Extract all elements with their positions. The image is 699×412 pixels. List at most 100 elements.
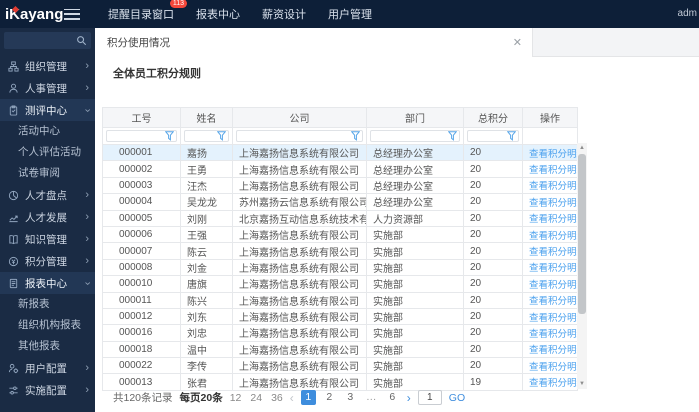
sidebar-item[interactable]: 人才盘点 › (0, 184, 95, 206)
top-nav-item[interactable]: 报表中心 (196, 6, 240, 22)
go-button[interactable]: GO (449, 392, 465, 404)
scroll-down-icon[interactable]: ▼ (577, 379, 587, 389)
scroll-up-icon[interactable]: ▲ (577, 143, 587, 153)
filter-input[interactable] (184, 130, 229, 142)
sidebar-search (4, 32, 91, 49)
table-row[interactable]: 000006王强上海嘉扬信息系统有限公司实施部20 查看积分明细 (102, 225, 578, 244)
table-row[interactable]: 000004吴龙龙苏州嘉扬云信息系统有限公司总经理办公室20 查看积分明细 (102, 193, 578, 211)
filter-icon[interactable] (507, 131, 516, 141)
page-button[interactable]: 1 (300, 390, 316, 405)
view-points-detail-link[interactable]: 查看积分明细 (529, 329, 577, 340)
view-points-detail-link[interactable]: 查看积分明细 (529, 165, 577, 176)
table-row[interactable]: 000012刘东上海嘉扬信息系统有限公司实施部20 查看积分明细 (102, 307, 578, 326)
cell-name: 嘉扬 (180, 143, 233, 162)
menu-toggle-icon[interactable] (64, 8, 80, 20)
table-scrollbar[interactable]: ▲ ▼ (577, 143, 587, 389)
page-size-option[interactable]: 12 (230, 392, 242, 404)
page-button[interactable]: 2 (322, 390, 337, 405)
sidebar-subitem[interactable]: 试卷审阅 (0, 163, 95, 184)
table-row[interactable]: 000003汪杰上海嘉扬信息系统有限公司总经理办公室20 查看积分明细 (102, 176, 578, 195)
column-header[interactable]: 总积分 (463, 107, 523, 128)
current-user-label[interactable]: adm (678, 8, 697, 19)
page-size-option[interactable]: 24 (250, 392, 262, 404)
table-row[interactable]: 000001嘉扬上海嘉扬信息系统有限公司总经理办公室20 查看积分明细 (102, 143, 578, 162)
filter-icon[interactable] (217, 131, 226, 141)
sidebar-subitem[interactable]: 新报表 (0, 294, 95, 315)
sidebar-search-input[interactable] (4, 32, 76, 49)
close-icon[interactable]: ✕ (513, 36, 522, 49)
view-points-detail-link[interactable]: 查看积分明细 (529, 181, 577, 192)
sidebar-item[interactable]: 测评中心 › (0, 99, 95, 121)
table-row[interactable]: 000010唐旗上海嘉扬信息系统有限公司实施部20 查看积分明细 (102, 275, 578, 293)
sidebar-item[interactable]: 报表中心 › (0, 272, 95, 294)
filter-icon[interactable] (351, 131, 360, 141)
filter-input[interactable] (106, 130, 177, 142)
filter-icon[interactable] (165, 131, 174, 141)
view-points-detail-link[interactable]: 查看积分明细 (529, 214, 577, 225)
table-row[interactable]: 000022李传上海嘉扬信息系统有限公司实施部20 查看积分明细 (102, 357, 578, 375)
filter-cell[interactable] (232, 127, 367, 145)
sidebar-item[interactable]: 人才发展 › (0, 206, 95, 228)
view-points-detail-link[interactable]: 查看积分明细 (529, 345, 577, 356)
page-button[interactable]: 6 (385, 390, 400, 405)
top-nav-item[interactable]: 薪资设计 (262, 6, 306, 22)
table-row[interactable]: 000008刘金上海嘉扬信息系统有限公司实施部20 查看积分明细 (102, 258, 578, 277)
table-row[interactable]: 000016刘忠上海嘉扬信息系统有限公司实施部20 查看积分明细 (102, 324, 578, 342)
table-row[interactable]: 000013张君上海嘉扬信息系统有限公司实施部19 查看积分明细 (102, 373, 578, 391)
column-header[interactable]: 部门 (366, 107, 464, 128)
filter-cell[interactable] (102, 127, 181, 145)
table-row[interactable]: 000005刘刚北京嘉扬互动信息系统技术有限...人力资源部20 查看积分明细 (102, 209, 578, 227)
view-points-detail-link[interactable]: 查看积分明细 (529, 247, 577, 258)
cell-company: 上海嘉扬信息系统有限公司 (232, 176, 367, 195)
sidebar-item[interactable]: 人事管理 › (0, 77, 95, 99)
view-points-detail-link[interactable]: 查看积分明细 (529, 198, 577, 209)
view-points-detail-link[interactable]: 查看积分明细 (529, 313, 577, 324)
jump-page-input[interactable] (417, 390, 442, 405)
chevron-right-icon: › (85, 210, 89, 223)
filter-input[interactable] (370, 130, 460, 142)
prev-page-icon[interactable]: ‹ (290, 391, 294, 405)
table-row[interactable]: 000007陈云上海嘉扬信息系统有限公司实施部20 查看积分明细 (102, 242, 578, 260)
table-row[interactable]: 000002王勇上海嘉扬信息系统有限公司总经理办公室20 查看积分明细 (102, 160, 578, 178)
top-nav-item[interactable]: 提醒目录窗口 113 (108, 0, 187, 22)
column-header[interactable]: 操作 (522, 107, 578, 128)
sidebar-subitem[interactable]: 其他报表 (0, 336, 95, 357)
sidebar-item[interactable]: 实施配置 › (0, 379, 95, 401)
sidebar-item[interactable]: 用户配置 › (0, 357, 95, 379)
view-points-detail-link[interactable]: 查看积分明细 (529, 378, 577, 389)
table-row[interactable]: 000018温中上海嘉扬信息系统有限公司实施部20 查看积分明细 (102, 340, 578, 359)
column-header[interactable]: 工号 (102, 107, 181, 128)
sidebar-subitem[interactable]: 活动中心 (0, 121, 95, 142)
table-head: 工号 姓名 公司 部门 总积分 操作 (102, 107, 578, 145)
table-row[interactable]: 000011陈兴上海嘉扬信息系统有限公司实施部20 查看积分明细 (102, 291, 578, 309)
page-button[interactable]: 3 (343, 390, 358, 405)
filter-icon[interactable] (448, 131, 457, 141)
sidebar-item[interactable]: 知识管理 › (0, 228, 95, 250)
sidebar-subitem[interactable]: 组织机构报表 (0, 315, 95, 336)
filter-cell[interactable] (366, 127, 464, 145)
cell-department: 实施部 (366, 373, 464, 391)
filter-input[interactable] (467, 130, 519, 142)
top-nav-item[interactable]: 用户管理 (328, 6, 372, 22)
per-page-label[interactable]: 每页20条 (180, 390, 223, 405)
view-points-detail-link[interactable]: 查看积分明细 (529, 263, 577, 274)
filter-cell[interactable] (463, 127, 523, 145)
view-points-detail-link[interactable]: 查看积分明细 (529, 149, 577, 160)
view-points-detail-link[interactable]: 查看积分明细 (529, 296, 577, 307)
sidebar-item[interactable]: 积分管理 › (0, 250, 95, 272)
scrollbar-thumb[interactable] (578, 154, 586, 314)
tab-title: 积分使用情况 (107, 37, 170, 49)
view-points-detail-link[interactable]: 查看积分明细 (529, 231, 577, 242)
view-points-detail-link[interactable]: 查看积分明细 (529, 362, 577, 373)
filter-cell[interactable] (180, 127, 233, 145)
filter-input[interactable] (236, 130, 363, 142)
report-icon (8, 277, 20, 289)
column-header[interactable]: 姓名 (180, 107, 233, 128)
sidebar-subitem[interactable]: 个人评估活动 (0, 142, 95, 163)
page-size-option[interactable]: 36 (271, 392, 283, 404)
view-points-detail-link[interactable]: 查看积分明细 (529, 280, 577, 291)
column-header[interactable]: 公司 (232, 107, 367, 128)
next-page-icon[interactable]: › (407, 391, 411, 405)
tab-points-usage[interactable]: 积分使用情况 ✕ (95, 28, 533, 57)
sidebar-item[interactable]: 组织管理 › (0, 55, 95, 77)
